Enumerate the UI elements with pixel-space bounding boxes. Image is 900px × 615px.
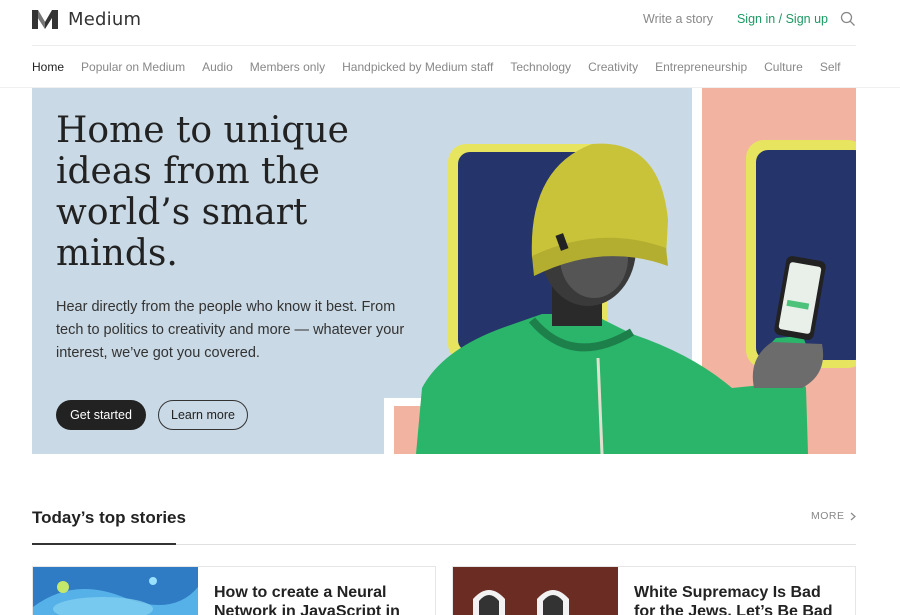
hero-subtitle: Hear directly from the people who know i… (56, 299, 405, 361)
nav-item-self[interactable]: Self (820, 60, 841, 74)
hero-title: Home to unique ideas from the world’s sm… (56, 110, 349, 274)
more-link[interactable]: MORE (811, 510, 856, 522)
nav-item-entrepreneurship[interactable]: Entrepreneurship (655, 60, 747, 74)
topic-nav: Home Popular on Medium Audio Members onl… (32, 46, 856, 88)
nav-item-creativity[interactable]: Creativity (588, 60, 638, 74)
section-underline (32, 543, 176, 545)
nav-item-members-only[interactable]: Members only (250, 60, 325, 74)
brand-name: Medium (68, 8, 142, 30)
story-card[interactable]: How to create a Neural Network in JavaSc… (32, 566, 436, 615)
learn-more-button[interactable]: Learn more (158, 400, 248, 430)
chevron-right-icon (850, 512, 856, 520)
story-thumbnail (33, 567, 198, 615)
header-actions: Write a story Sign in / Sign up (643, 11, 856, 27)
brand-logo[interactable]: Medium (32, 8, 141, 30)
write-story-link[interactable]: Write a story (643, 12, 713, 26)
get-started-button[interactable]: Get started (56, 400, 146, 430)
story-thumbnail (453, 567, 618, 615)
signin-link[interactable]: Sign in / Sign up (737, 12, 828, 26)
nav-item-technology[interactable]: Technology (510, 60, 571, 74)
story-title[interactable]: How to create a Neural Network in JavaSc… (214, 583, 424, 615)
site-header: Medium Write a story Sign in / Sign up (32, 0, 856, 46)
search-icon[interactable] (840, 11, 856, 27)
section-title: Today’s top stories (32, 508, 186, 527)
medium-logo-icon (32, 10, 58, 29)
more-label: MORE (811, 510, 845, 522)
nav-item-home[interactable]: Home (32, 60, 64, 74)
nav-item-popular[interactable]: Popular on Medium (81, 60, 185, 74)
story-card[interactable]: White Supremacy Is Bad for the Jews. Let… (452, 566, 856, 615)
hero-banner: Home to unique ideas from the world’s sm… (32, 88, 856, 454)
nav-item-culture[interactable]: Culture (764, 60, 803, 74)
nav-item-audio[interactable]: Audio (202, 60, 233, 74)
nav-item-handpicked[interactable]: Handpicked by Medium staff (342, 60, 493, 74)
story-title[interactable]: White Supremacy Is Bad for the Jews. Let… (634, 583, 844, 615)
